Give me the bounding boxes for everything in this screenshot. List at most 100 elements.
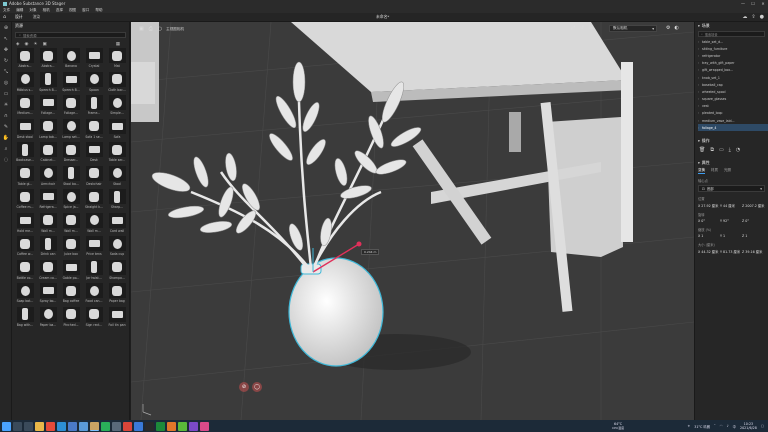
menu-help[interactable]: 帮助	[95, 8, 102, 13]
scene-item[interactable]: › pleated_loop	[698, 110, 768, 117]
asset-tile[interactable]: Foliage...	[60, 95, 82, 119]
asset-tile[interactable]: Stool ba...	[60, 165, 82, 190]
asset-tile[interactable]: Straight k...	[83, 189, 105, 213]
properties-section-header[interactable]: ▾ 属性	[695, 159, 768, 167]
asset-tile[interactable]: Food can...	[83, 283, 105, 307]
asset-tile[interactable]: Speech B...	[37, 71, 59, 96]
asset-tile[interactable]: Frame...	[83, 95, 105, 119]
edge-icon[interactable]	[57, 421, 66, 431]
fit-view-icon[interactable]: ⤢	[571, 25, 575, 31]
models-filter-icon[interactable]: ◈	[16, 42, 19, 47]
asset-tile[interactable]: Drink can	[37, 236, 59, 260]
app-purple-icon[interactable]	[189, 421, 198, 431]
asset-tile[interactable]: Möbius s...	[14, 71, 36, 96]
frame-tool-icon[interactable]: ▭	[0, 88, 12, 99]
asset-tile[interactable]: Sharp...	[106, 189, 128, 213]
asset-tile[interactable]: Simple...	[106, 95, 128, 119]
position-x-field[interactable]: X 27.92 厘米	[698, 203, 720, 208]
delete-icon[interactable]: 🗑	[699, 147, 705, 153]
asset-tile[interactable]: Table gl...	[14, 165, 36, 190]
asset-tile[interactable]: Medium...	[14, 95, 36, 119]
position-z-field[interactable]: Z 2007.2 厘米	[742, 203, 764, 208]
asset-tile[interactable]: Cream co...	[37, 259, 59, 284]
asset-tile[interactable]: Paper ba...	[37, 306, 59, 331]
asset-tile[interactable]: Dresser...	[60, 142, 82, 166]
asset-tile[interactable]: Wall m...	[83, 212, 105, 237]
asset-tile[interactable]: Bag with...	[14, 306, 36, 331]
app-lime-icon[interactable]	[178, 421, 187, 431]
file-explorer-icon[interactable]	[35, 421, 44, 431]
tab-render[interactable]: 渲染	[32, 12, 42, 22]
stager-icon[interactable]	[90, 421, 99, 431]
minimize-button[interactable]: —	[738, 1, 748, 6]
settings-icon[interactable]	[112, 421, 121, 431]
asset-tile[interactable]: Wall m...	[60, 212, 82, 237]
browser-icon[interactable]	[46, 421, 55, 431]
asset-tile[interactable]: Stool	[106, 165, 128, 190]
grid-view-icon[interactable]: ▦	[116, 42, 120, 47]
light-tool-icon[interactable]: ☀	[0, 99, 12, 110]
scene-item[interactable]: › square_glasses	[698, 96, 768, 103]
asset-tile[interactable]: Spray bo...	[37, 283, 59, 307]
volume-icon[interactable]: ♪	[727, 424, 729, 428]
pivot-select[interactable]: ⊡ 底部 ▾	[698, 185, 765, 193]
asset-tile[interactable]: Juice box	[60, 236, 82, 260]
asset-tile[interactable]: Armchair	[37, 165, 59, 190]
tab-material[interactable]: 材质	[711, 168, 718, 173]
asset-tile[interactable]: Cabinet...	[37, 142, 59, 166]
size-y-field[interactable]: Y 81.73 厘米	[720, 249, 742, 254]
scene-item[interactable]: › gift_wrapped_box...	[698, 67, 768, 74]
asset-tile[interactable]: Spoon	[83, 71, 105, 96]
notification-icon[interactable]: ▢	[761, 424, 764, 428]
chevron-up-icon[interactable]: ˄	[714, 424, 716, 428]
asset-tile[interactable]: Speech B...	[60, 71, 82, 96]
asset-tile[interactable]: Soda cup	[106, 236, 128, 260]
scene-search-input[interactable]: ⌕ 搜索场景	[698, 31, 765, 37]
scene-item[interactable]: › refrigerator	[698, 52, 768, 59]
paint-tool-icon[interactable]: ✎	[0, 121, 12, 132]
network-icon[interactable]: ◠	[720, 424, 723, 428]
snap-icon[interactable]: ⊞	[589, 25, 593, 31]
magnet-icon[interactable]: ∩	[0, 110, 12, 121]
scene-item[interactable]: › vest	[698, 103, 768, 110]
asset-tile[interactable]: Refrigera...	[37, 189, 59, 213]
search-icon[interactable]	[13, 421, 22, 431]
asset-tile[interactable]: Foliage...	[37, 95, 59, 119]
close-button[interactable]: ✕	[758, 1, 768, 6]
group-icon[interactable]: ▭	[719, 147, 724, 153]
main-camera-icon[interactable]: ○	[158, 26, 162, 32]
asset-tile[interactable]: Desk	[83, 142, 105, 166]
rotation-y-field[interactable]: Y 92°	[720, 219, 742, 223]
asset-tile[interactable]: Spice ja...	[60, 189, 82, 213]
screenshot-icon[interactable]: ⎙	[149, 26, 153, 32]
camera-tool-icon[interactable]: ◎	[0, 77, 12, 88]
scene-item[interactable]: › tray_with_gift_paper	[698, 60, 768, 67]
viewport[interactable]: ▣ ⎙ ○ 主视图相机 ⤢ ↺ ⊞ 默认相机 ▾ ⚙ ◐ 0.244 m ⊘ ◯	[131, 22, 694, 420]
tab-design[interactable]: 设计	[14, 12, 24, 23]
camera-settings-icon[interactable]: ⚙	[666, 25, 670, 31]
wechat-icon[interactable]	[101, 421, 110, 431]
scene-item[interactable]: › knob_set_1	[698, 74, 768, 81]
asset-tile[interactable]: Soap bot...	[14, 283, 36, 307]
assets-search-input[interactable]: ⌕ 搜索资源	[15, 32, 126, 38]
zoom-tool-icon[interactable]: ⌕	[0, 143, 12, 154]
scene-item[interactable]: › table_set_d...	[698, 38, 768, 45]
asset-tile[interactable]: Sofa	[106, 118, 128, 143]
asset-tile[interactable]: Sofa 1 se...	[83, 118, 105, 143]
asset-tile[interactable]: Table ser...	[106, 142, 128, 166]
scene-item[interactable]: › medium_vase_laid...	[698, 117, 768, 124]
tab-lighting[interactable]: 光照	[724, 168, 731, 173]
reset-view-icon[interactable]: ↺	[580, 25, 584, 31]
physics-icon[interactable]: ◔	[736, 147, 740, 153]
asset-tile[interactable]: Price tens	[83, 236, 105, 260]
scene-render[interactable]	[131, 22, 694, 420]
asset-tile[interactable]: Abstra...	[14, 48, 36, 72]
user-avatar-icon[interactable]: ●	[760, 14, 764, 20]
asset-tile[interactable]: Lamp tab...	[37, 118, 59, 143]
scene-item[interactable]: › wheeled_spool	[698, 88, 768, 95]
scale-z-field[interactable]: Z 1	[742, 234, 764, 238]
weather-icon[interactable]: ☀	[687, 424, 690, 428]
task-view-icon[interactable]	[24, 421, 33, 431]
rotation-z-field[interactable]: Z 0°	[742, 219, 764, 223]
tab-transform[interactable]: 变换	[698, 168, 705, 174]
